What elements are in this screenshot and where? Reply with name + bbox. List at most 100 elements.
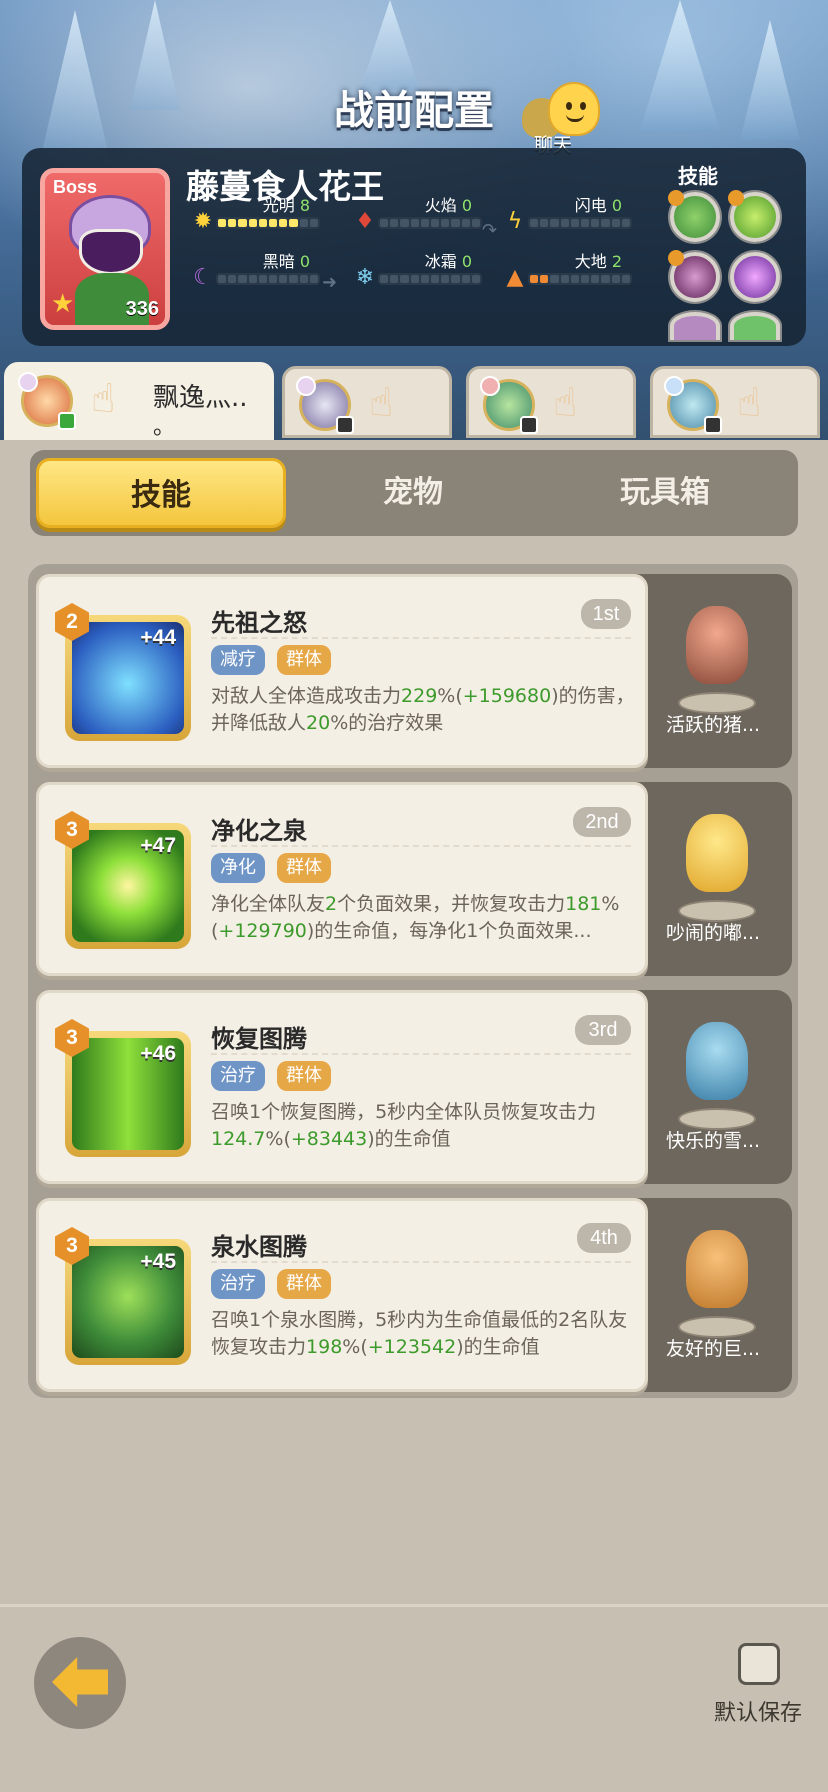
skill-card[interactable]: +46 3 恢复图腾 3rd 治疗 群体 召唤1个恢复图腾，5秒内全体队员恢复攻… xyxy=(36,990,648,1184)
list-item: 友好的巨... +45 3 泉水图腾 4th 治疗 群体 召唤1个泉水图腾，5秒… xyxy=(36,1198,792,1392)
fire-icon: ♦ xyxy=(355,209,375,234)
back-button[interactable] xyxy=(34,1637,126,1729)
lightning-icon: ϟ xyxy=(507,209,523,234)
skill-tag: 治疗 xyxy=(211,1269,265,1299)
boss-skill-icon[interactable] xyxy=(668,190,720,242)
element-bar xyxy=(528,273,632,285)
pet-figure[interactable] xyxy=(672,1010,762,1130)
team-tab-hero-3[interactable]: ☝ xyxy=(466,366,636,438)
element-bar-segment xyxy=(420,219,430,227)
element-bar-segment xyxy=(289,275,298,283)
hero-name-tail: 。 xyxy=(153,415,176,440)
element-bar-segment xyxy=(279,275,288,283)
tab-skills[interactable]: 技能 xyxy=(36,458,286,528)
team-tab-hero-2[interactable]: ☝ xyxy=(282,366,452,438)
boss-skill-icon[interactable] xyxy=(668,250,720,302)
boss-mouth xyxy=(79,229,143,275)
element-bar-segment xyxy=(228,275,237,283)
team-tab-hero-1[interactable]: ☝ 飘逸灬... 。 xyxy=(4,362,274,442)
list-item: 快乐的雪... +46 3 恢复图腾 3rd 治疗 群体 召唤1个恢复图腾，5秒… xyxy=(36,990,792,1184)
hero-avatar xyxy=(480,376,538,434)
skill-rank: 2nd xyxy=(573,807,631,837)
moon-icon: ☾ xyxy=(193,265,213,290)
element-frost: 冰霜 0 ❄ xyxy=(352,248,482,290)
element-light: 光明 8 ✹ xyxy=(190,192,320,234)
skill-title: 净化之泉 xyxy=(211,817,307,845)
element-bar-segment xyxy=(540,219,549,227)
element-bar-segment xyxy=(410,275,419,283)
element-bar-segment xyxy=(420,275,430,283)
element-bar-segment xyxy=(258,219,268,227)
skill-card[interactable]: +44 2 先祖之怒 1st 减疗 群体 对敌人全体造成攻击力229%(+159… xyxy=(36,574,648,768)
chat-button[interactable]: 聊天 xyxy=(520,80,610,156)
element-bar-segment xyxy=(218,219,227,227)
pet-name: 活跃的猪... xyxy=(665,714,761,736)
element-bar-segment xyxy=(550,219,559,227)
element-bar-segment xyxy=(591,275,600,283)
element-bar xyxy=(528,217,632,229)
element-bar-segment xyxy=(309,275,319,283)
element-bar-segment xyxy=(431,219,440,227)
element-bar-segment xyxy=(461,219,470,227)
element-bar-segment xyxy=(540,275,549,283)
star-icon: ★ xyxy=(51,289,75,319)
element-bar-segment xyxy=(621,275,631,283)
element-bar-segment xyxy=(279,219,288,227)
element-bar-segment xyxy=(238,219,247,227)
skill-title: 先祖之怒 xyxy=(211,609,307,637)
element-bar-segment xyxy=(560,275,569,283)
tab-toybox[interactable]: 玩具箱 xyxy=(540,458,790,528)
element-bar-segment xyxy=(570,275,580,283)
element-bar-segment xyxy=(471,275,481,283)
element-bar-segment xyxy=(550,275,559,283)
element-bar-segment xyxy=(451,219,460,227)
element-lightning: 闪电 0 ϟ xyxy=(502,192,632,234)
default-save-label: 默认保存 xyxy=(714,1701,803,1726)
element-bar-segment xyxy=(611,219,620,227)
element-dark: 黑暗 0 ☾ xyxy=(190,248,320,290)
boss-skill-icon[interactable] xyxy=(670,312,720,340)
element-bar-segment xyxy=(461,275,470,283)
element-bar-segment xyxy=(299,219,308,227)
skill-tag: 减疗 xyxy=(211,645,265,675)
skill-description: 召唤1个泉水图腾，5秒内为生命值最低的2名队友恢复攻击力198%(+123542… xyxy=(211,1309,628,1358)
tap-hand-icon: ☝ xyxy=(369,380,394,426)
boss-skill-icon[interactable] xyxy=(730,252,780,302)
element-bar-segment xyxy=(289,219,298,227)
element-bar-segment xyxy=(269,219,278,227)
skill-tag: 净化 xyxy=(211,853,265,883)
ice-shard xyxy=(360,0,420,90)
team-tab-hero-4[interactable]: ☝ xyxy=(650,366,820,438)
skill-plus: +45 xyxy=(140,1250,176,1273)
tap-hand-icon: ☝ xyxy=(553,380,578,426)
pet-figure[interactable] xyxy=(672,1218,762,1338)
mountain-icon: ▲ xyxy=(506,265,524,290)
element-bar-segment xyxy=(258,275,268,283)
element-bar-segment xyxy=(248,219,257,227)
skill-description: 对敌人全体造成攻击力229%(+159680)的伤害，并降低敌人20%的治疗效果 xyxy=(211,685,635,734)
list-item: 吵闹的嘟... +47 3 净化之泉 2nd 净化 群体 净化全体队友2个负面效… xyxy=(36,782,792,976)
skill-title: 恢复图腾 xyxy=(211,1025,307,1053)
boss-portrait[interactable]: Boss ★ 336 xyxy=(40,168,170,330)
tab-pets[interactable]: 宠物 xyxy=(288,458,538,528)
pet-figure[interactable] xyxy=(672,594,762,714)
element-bar-segment xyxy=(601,219,610,227)
element-earth: 大地 2 ▲ xyxy=(502,248,632,290)
element-bar-segment xyxy=(591,219,600,227)
skill-tag: 群体 xyxy=(277,1269,331,1299)
boss-skill-icon[interactable] xyxy=(730,312,780,340)
element-bar-segment xyxy=(431,275,440,283)
element-bar-segment xyxy=(228,219,237,227)
back-arrow-icon xyxy=(52,1657,108,1707)
hero-avatar xyxy=(664,376,722,434)
boss-skill-icon[interactable] xyxy=(728,190,780,242)
element-bar-segment xyxy=(601,275,610,283)
skill-card[interactable]: +47 3 净化之泉 2nd 净化 群体 净化全体队友2个负面效果，并恢复攻击力… xyxy=(36,782,648,976)
element-bar-segment xyxy=(441,219,450,227)
sun-icon: ✹ xyxy=(193,209,213,234)
default-save-checkbox[interactable] xyxy=(738,1643,780,1685)
skill-card[interactable]: +45 3 泉水图腾 4th 治疗 群体 召唤1个泉水图腾，5秒内为生命值最低的… xyxy=(36,1198,648,1392)
element-bar-segment xyxy=(410,219,419,227)
pet-figure[interactable] xyxy=(672,802,762,922)
bottom-bar: 默认保存 xyxy=(0,1604,828,1792)
